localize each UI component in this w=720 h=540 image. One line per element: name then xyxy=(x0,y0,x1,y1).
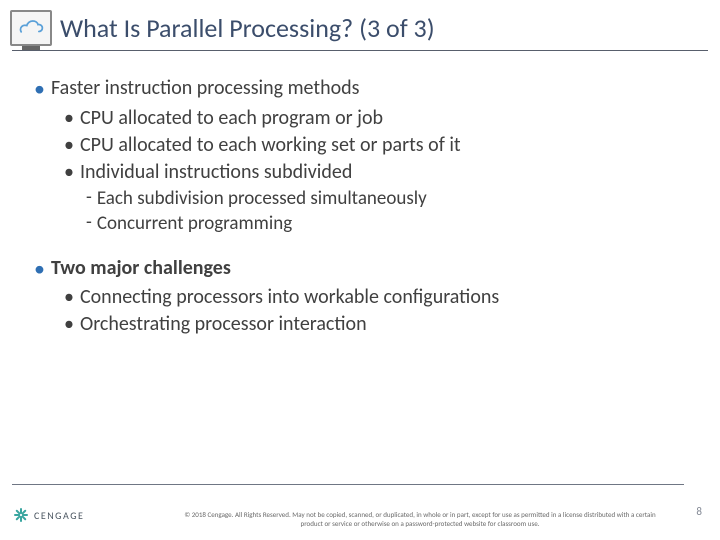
slide: What Is Parallel Processing? (3 of 3) •F… xyxy=(0,0,720,540)
bullet-text: Faster instruction processing methods xyxy=(51,75,360,103)
burst-icon xyxy=(14,508,28,522)
footer-divider xyxy=(12,484,684,485)
slide-title: What Is Parallel Processing? (3 of 3) xyxy=(60,10,435,44)
bullet-text: CPU allocated to each working set or par… xyxy=(80,132,461,159)
copyright-text: © 2018 Cengage. All Rights Reserved. May… xyxy=(180,511,660,528)
bullet-level1: •Faster instruction processing methods xyxy=(34,75,686,103)
cengage-brand-text: CENGAGE xyxy=(34,509,84,522)
cloud-icon xyxy=(10,10,52,46)
page-number: 8 xyxy=(696,505,702,518)
slide-footer: CENGAGE © 2018 Cengage. All Rights Reser… xyxy=(0,484,720,540)
slide-header: What Is Parallel Processing? (3 of 3) xyxy=(0,0,720,46)
slide-body: •Faster instruction processing methods •… xyxy=(0,51,720,338)
bullet-text: Individual instructions subdivided xyxy=(80,159,352,186)
bullet-level2: •Connecting processors into workable con… xyxy=(64,284,686,311)
bullet-level2: •Individual instructions subdivided xyxy=(64,159,686,186)
bullet-level2: •CPU allocated to each program or job xyxy=(64,105,686,132)
bullet-level2: •Orchestrating processor interaction xyxy=(64,311,686,338)
cengage-logo: CENGAGE xyxy=(14,508,84,522)
bullet-text: Two major challenges xyxy=(51,255,231,283)
bullet-text: CPU allocated to each program or job xyxy=(80,105,383,132)
bullet-text: Connecting processors into workable conf… xyxy=(80,284,499,311)
bullet-level1: •Two major challenges xyxy=(34,255,686,283)
bullet-level3: -Each subdivision processed simultaneous… xyxy=(86,186,686,212)
bullet-text: Each subdivision processed simultaneousl… xyxy=(97,186,427,212)
bullet-level3: -Concurrent programming xyxy=(86,211,686,237)
bullet-level2: •CPU allocated to each working set or pa… xyxy=(64,132,686,159)
bullet-text: Orchestrating processor interaction xyxy=(80,311,367,338)
bullet-text: Concurrent programming xyxy=(97,211,292,237)
